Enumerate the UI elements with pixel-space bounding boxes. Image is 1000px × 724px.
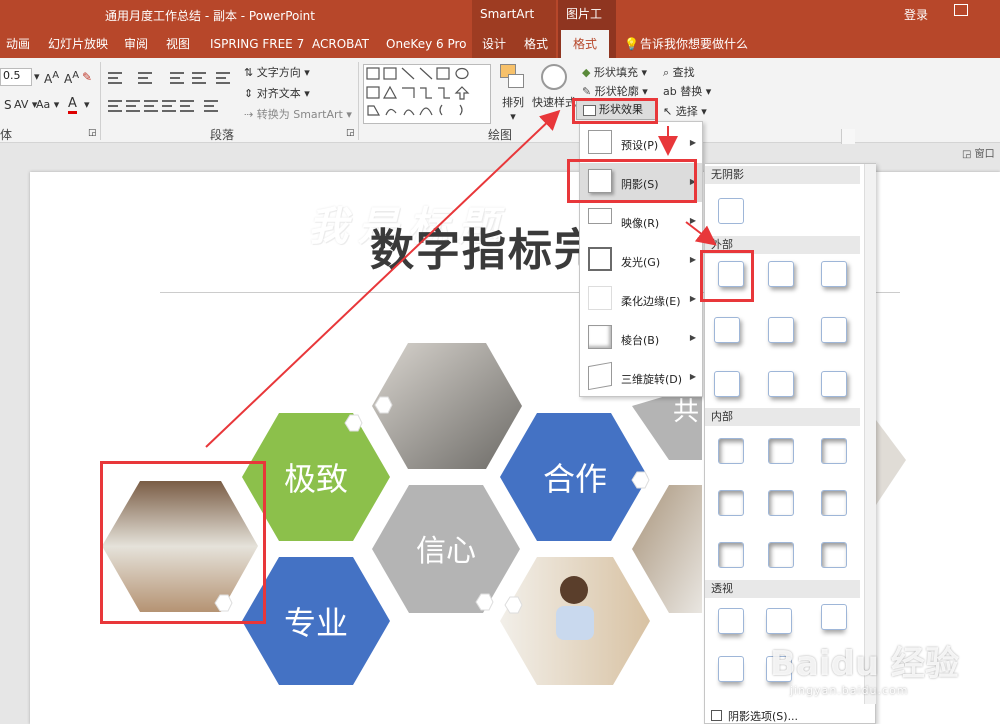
hexagon-photo-handshake[interactable] <box>372 343 522 469</box>
3d-rotation-thumb <box>588 361 612 391</box>
shadow-option-inner[interactable] <box>821 438 847 464</box>
hexagon-photo-right-edge[interactable] <box>876 420 906 505</box>
chevron-right-icon: ▶ <box>689 333 696 342</box>
shadow-option-inner[interactable] <box>718 542 744 568</box>
preset-thumb <box>588 130 612 154</box>
section-perspective: 透视 <box>705 580 860 598</box>
shadow-option-outer[interactable] <box>714 317 740 343</box>
reflection-thumb <box>588 208 612 224</box>
chevron-right-icon: ▶ <box>689 372 696 381</box>
shadow-option-outer[interactable] <box>821 261 847 287</box>
highlight-shadow-item <box>567 159 697 203</box>
menu-item-reflection[interactable]: 映像(R) ▶ <box>580 202 702 241</box>
chevron-right-icon: ▶ <box>689 216 696 225</box>
gallery-scrollbar[interactable] <box>864 164 876 704</box>
shadow-option-perspective[interactable] <box>718 608 744 634</box>
shadow-option-outer[interactable] <box>768 317 794 343</box>
chevron-right-icon: ▶ <box>689 294 696 303</box>
hex-label-professional: 专业 <box>284 604 348 642</box>
chevron-right-icon: ▶ <box>689 255 696 264</box>
hexagon-cooperate[interactable]: 合作 <box>500 413 648 541</box>
menu-item-bevel[interactable]: 棱台(B) ▶ <box>580 319 702 358</box>
hexagon-shared[interactable]: 共 <box>632 395 702 460</box>
hexagon-confidence[interactable]: 信心 <box>372 485 520 613</box>
shadow-option-inner[interactable] <box>768 438 794 464</box>
hex-label-extreme: 极致 <box>284 460 348 498</box>
hex-label-cooperate: 合作 <box>543 460 607 498</box>
shadow-option-inner[interactable] <box>768 490 794 516</box>
site-watermark-url: jingyan.baidu.com <box>790 684 909 697</box>
shadow-options-icon <box>711 710 722 721</box>
shadow-option-outer[interactable] <box>821 371 847 397</box>
menu-item-soft-edges[interactable]: 柔化边缘(E) ▶ <box>580 280 702 319</box>
chevron-right-icon: ▶ <box>689 138 696 147</box>
shadow-option-perspective[interactable] <box>766 608 792 634</box>
shadow-option-inner[interactable] <box>718 438 744 464</box>
shadow-options-link[interactable]: 阴影选项(S)... <box>711 708 798 724</box>
shadow-option-outer[interactable] <box>714 371 740 397</box>
highlight-shape-effects <box>572 98 658 124</box>
hex-label-confidence: 信心 <box>416 534 476 569</box>
section-inner: 内部 <box>705 408 860 426</box>
menu-item-preset[interactable]: 预设(P) ▶ <box>580 124 702 163</box>
highlight-selected-picture <box>100 461 266 624</box>
hexagon-photo-desk[interactable] <box>632 485 702 613</box>
menu-item-3d-rotation[interactable]: 三维旋转(D) ▶ <box>580 358 702 397</box>
shadow-option-outer[interactable] <box>821 317 847 343</box>
shadow-option-inner[interactable] <box>718 490 744 516</box>
hexagon-photo-woman[interactable] <box>500 557 650 685</box>
soft-edges-thumb <box>588 286 612 310</box>
shadow-option-outer[interactable] <box>768 371 794 397</box>
shadow-option-inner[interactable] <box>821 542 847 568</box>
shadow-option-perspective[interactable] <box>718 656 744 682</box>
shadow-option-none[interactable] <box>718 198 744 224</box>
site-watermark-logo: Baidu 经验 <box>770 644 959 684</box>
bevel-thumb <box>588 325 612 349</box>
hex-label-shared: 共 <box>673 397 699 427</box>
shadow-option-inner[interactable] <box>768 542 794 568</box>
shadow-option-outer[interactable] <box>768 261 794 287</box>
highlight-outer-shadow-option <box>700 250 754 302</box>
glow-thumb <box>588 247 612 271</box>
section-no-shadow: 无阴影 <box>705 166 860 184</box>
menu-item-glow[interactable]: 发光(G) ▶ <box>580 241 702 280</box>
shadow-option-perspective[interactable] <box>821 604 847 630</box>
shadow-option-inner[interactable] <box>821 490 847 516</box>
